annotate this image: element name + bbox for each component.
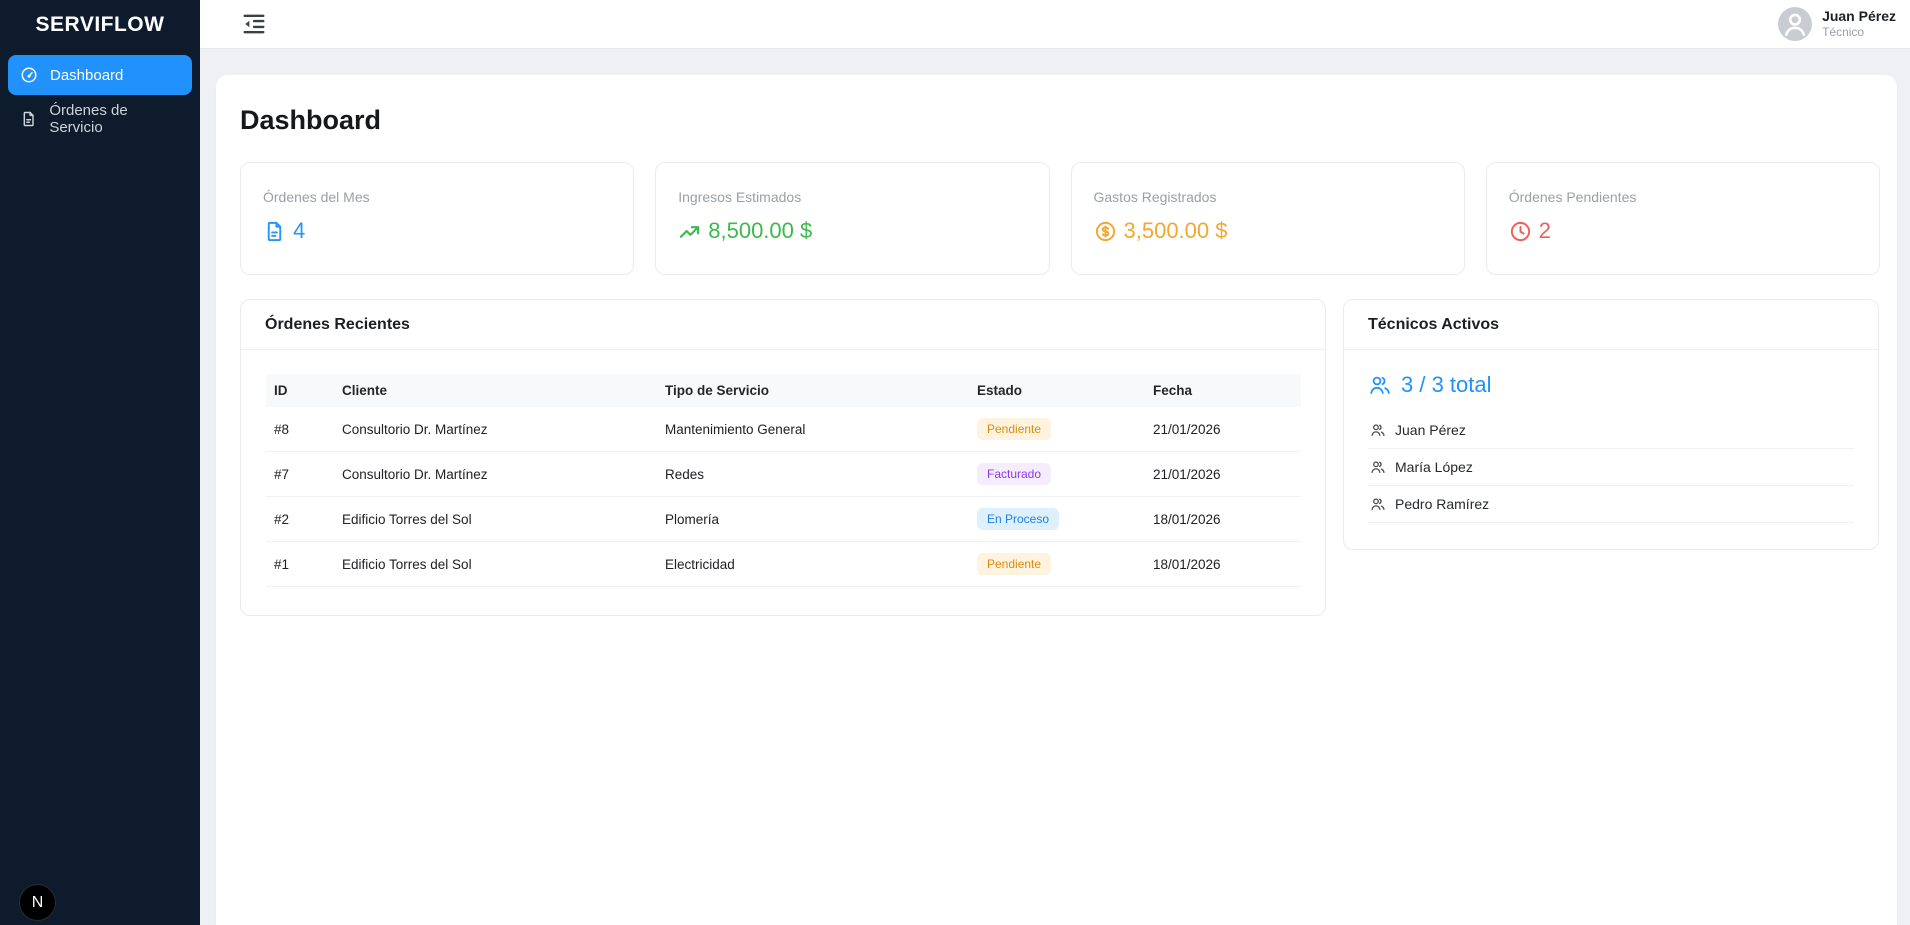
technicians-body: 3 / 3 total xyxy=(1344,350,1878,549)
technician-name: Pedro Ramírez xyxy=(1395,496,1489,512)
cell-cliente: Consultorio Dr. Martínez xyxy=(334,456,657,493)
stat-number: 3,500.00 $ xyxy=(1124,218,1228,244)
sidebar: SERVIFLOW Dashboard xyxy=(0,0,200,925)
cell-estado: En Proceso xyxy=(969,497,1145,541)
stat-value: 4 xyxy=(263,218,611,244)
stat-label: Órdenes Pendientes xyxy=(1509,189,1857,205)
table-row: #1 Edificio Torres del Sol Electricidad … xyxy=(266,542,1301,587)
cell-cliente: Edificio Torres del Sol xyxy=(334,501,657,538)
trending-up-icon xyxy=(678,220,701,243)
user-info: Juan Pérez Técnico xyxy=(1822,8,1896,41)
recent-orders-title: Órdenes Recientes xyxy=(241,300,1325,350)
stat-cards-row: Órdenes del Mes 4 xyxy=(240,162,1880,275)
sidebar-item-ordenes-de-servicio[interactable]: Órdenes de Servicio xyxy=(8,99,192,139)
users-icon xyxy=(1370,422,1386,438)
stat-number: 8,500.00 $ xyxy=(708,218,812,244)
nextjs-dev-badge[interactable]: N xyxy=(19,884,56,921)
cell-fecha: 18/01/2026 xyxy=(1145,546,1301,583)
sidebar-collapse-icon[interactable] xyxy=(240,10,268,38)
col-header-estado: Estado xyxy=(969,374,1145,407)
technicians-count-text: 3 / 3 total xyxy=(1401,372,1492,398)
cell-estado: Pendiente xyxy=(969,542,1145,586)
users-icon xyxy=(1370,496,1386,512)
stat-card-ingresos-estimados: Ingresos Estimados 8,500.00 $ xyxy=(655,162,1049,275)
cell-fecha: 21/01/2026 xyxy=(1145,411,1301,448)
cell-tipo: Redes xyxy=(657,456,969,493)
cell-fecha: 21/01/2026 xyxy=(1145,456,1301,493)
user-menu[interactable]: Juan Pérez Técnico xyxy=(1778,7,1896,41)
cell-id: #8 xyxy=(266,411,334,448)
col-header-cliente: Cliente xyxy=(334,374,657,407)
app-root: SERVIFLOW Dashboard xyxy=(0,0,1910,925)
stat-number: 2 xyxy=(1539,218,1551,244)
stat-number: 4 xyxy=(293,218,305,244)
stat-card-gastos-registrados: Gastos Registrados 3,500.00 $ xyxy=(1071,162,1465,275)
stat-card-ordenes-del-mes: Órdenes del Mes 4 xyxy=(240,162,634,275)
cell-tipo: Electricidad xyxy=(657,546,969,583)
list-item: María López xyxy=(1368,449,1854,486)
cell-tipo: Plomería xyxy=(657,501,969,538)
users-icon xyxy=(1368,373,1392,397)
technician-name: Juan Pérez xyxy=(1395,422,1466,438)
col-header-tipo: Tipo de Servicio xyxy=(657,374,969,407)
person-icon xyxy=(1778,7,1812,41)
sidebar-item-dashboard[interactable]: Dashboard xyxy=(8,55,192,95)
list-item: Pedro Ramírez xyxy=(1368,486,1854,523)
cell-tipo: Mantenimiento General xyxy=(657,411,969,448)
stat-card-ordenes-pendientes: Órdenes Pendientes 2 xyxy=(1486,162,1880,275)
stat-value: 8,500.00 $ xyxy=(678,218,1026,244)
stat-label: Órdenes del Mes xyxy=(263,189,611,205)
table-row: #7 Consultorio Dr. Martínez Redes Factur… xyxy=(266,452,1301,497)
stat-value: 3,500.00 $ xyxy=(1094,218,1442,244)
technicians-count: 3 / 3 total xyxy=(1368,372,1854,398)
status-badge: Pendiente xyxy=(977,553,1051,575)
active-technicians-title: Técnicos Activos xyxy=(1344,300,1878,350)
cell-id: #2 xyxy=(266,501,334,538)
status-badge: Pendiente xyxy=(977,418,1051,440)
stat-value: 2 xyxy=(1509,218,1857,244)
sidebar-nav: Dashboard Órdenes de Servicio xyxy=(0,49,200,139)
app-logo: SERVIFLOW xyxy=(0,0,200,49)
users-icon xyxy=(1370,459,1386,475)
orders-table: ID Cliente Tipo de Servicio Estado Fecha… xyxy=(266,374,1301,587)
cell-id: #7 xyxy=(266,456,334,493)
sidebar-item-label: Órdenes de Servicio xyxy=(49,102,180,136)
cell-cliente: Edificio Torres del Sol xyxy=(334,546,657,583)
gauge-icon xyxy=(20,66,38,84)
status-badge: Facturado xyxy=(977,463,1051,485)
active-technicians-panel: Técnicos Activos xyxy=(1343,299,1879,550)
sidebar-item-label: Dashboard xyxy=(50,67,123,84)
col-header-id: ID xyxy=(266,374,334,407)
cell-id: #1 xyxy=(266,546,334,583)
file-icon xyxy=(20,110,37,128)
technician-name: María López xyxy=(1395,459,1473,475)
orders-table-body: #8 Consultorio Dr. Martínez Mantenimient… xyxy=(266,407,1301,587)
col-header-fecha: Fecha xyxy=(1145,374,1301,407)
cell-cliente: Consultorio Dr. Martínez xyxy=(334,411,657,448)
clock-icon xyxy=(1509,220,1532,243)
topbar: Juan Pérez Técnico xyxy=(200,0,1910,49)
list-item: Juan Pérez xyxy=(1368,412,1854,449)
recent-orders-panel: Órdenes Recientes ID Cliente Tipo de Ser… xyxy=(240,299,1326,616)
file-icon xyxy=(263,220,286,243)
user-name: Juan Pérez xyxy=(1822,8,1896,26)
page-title: Dashboard xyxy=(240,105,1880,136)
cell-fecha: 18/01/2026 xyxy=(1145,501,1301,538)
cell-estado: Pendiente xyxy=(969,407,1145,451)
panels-row: Órdenes Recientes ID Cliente Tipo de Ser… xyxy=(240,299,1880,616)
status-badge: En Proceso xyxy=(977,508,1059,530)
stat-label: Ingresos Estimados xyxy=(678,189,1026,205)
orders-table-header: ID Cliente Tipo de Servicio Estado Fecha xyxy=(266,374,1301,407)
main-column: Juan Pérez Técnico Dashboard Órdenes del… xyxy=(200,0,1910,925)
content-area: Dashboard Órdenes del Mes xyxy=(200,49,1910,925)
stat-label: Gastos Registrados xyxy=(1094,189,1442,205)
cell-estado: Facturado xyxy=(969,452,1145,496)
avatar xyxy=(1778,7,1812,41)
table-row: #2 Edificio Torres del Sol Plomería En P… xyxy=(266,497,1301,542)
dollar-circle-icon xyxy=(1094,220,1117,243)
content-card: Dashboard Órdenes del Mes xyxy=(216,75,1897,925)
table-row: #8 Consultorio Dr. Martínez Mantenimient… xyxy=(266,407,1301,452)
user-role: Técnico xyxy=(1822,25,1896,40)
